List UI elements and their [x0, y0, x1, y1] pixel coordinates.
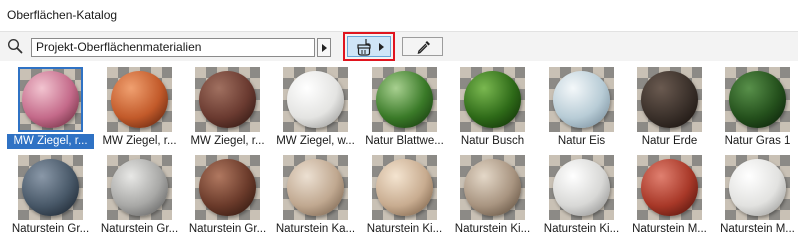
material-grid: MW Ziegel, r... MW Ziegel, r... MW Ziegel,…: [0, 66, 798, 241]
material-preview-sphere: [464, 71, 521, 128]
material-thumbnail: [460, 155, 525, 220]
material-tile[interactable]: Naturstein Ki...: [449, 154, 536, 238]
material-preview-sphere: [553, 71, 610, 128]
eyedropper-button[interactable]: [402, 37, 443, 56]
material-preview-sphere: [641, 159, 698, 216]
window-title: Oberflächen-Katalog: [7, 8, 118, 22]
material-thumbnail: [18, 155, 83, 220]
material-tile[interactable]: Naturstein Gr...: [184, 154, 271, 238]
material-tile[interactable]: MW Ziegel, r...: [7, 66, 94, 150]
material-thumbnail: [372, 67, 437, 132]
material-thumbnail: [637, 155, 702, 220]
material-thumbnail: [637, 67, 702, 132]
material-label: Naturstein Ki...: [366, 223, 443, 235]
material-thumbnail: [18, 67, 83, 132]
material-thumbnail: [283, 155, 348, 220]
search-icon[interactable]: [7, 38, 23, 54]
material-tile[interactable]: Naturstein M...: [714, 154, 798, 238]
material-tile[interactable]: Naturstein Ki...: [538, 154, 625, 238]
material-label: Naturstein Ka...: [275, 223, 356, 235]
material-label: Naturstein Gr...: [188, 223, 267, 235]
material-thumbnail: [283, 67, 348, 132]
material-label: Natur Blattwe...: [365, 135, 444, 147]
material-thumbnail: [195, 155, 260, 220]
material-thumbnail: [725, 67, 790, 132]
material-tile[interactable]: Naturstein Ki...: [361, 154, 448, 238]
material-label: MW Ziegel, r...: [7, 134, 94, 149]
material-label: Natur Eis: [557, 135, 606, 147]
material-tile[interactable]: Naturstein Gr...: [7, 154, 94, 238]
material-preview-sphere: [22, 71, 79, 128]
material-label: MW Ziegel, r...: [190, 135, 265, 147]
material-tile[interactable]: MW Ziegel, r...: [184, 66, 271, 150]
paint-brush-button[interactable]: [347, 36, 391, 57]
material-label: Naturstein Ki...: [543, 223, 620, 235]
material-tile[interactable]: Naturstein Ka...: [272, 154, 359, 238]
material-thumbnail: [372, 155, 437, 220]
chevron-right-icon: [379, 43, 384, 51]
material-preview-sphere: [641, 71, 698, 128]
material-tile[interactable]: Natur Busch: [449, 66, 536, 150]
material-preview-sphere: [199, 71, 256, 128]
material-label: Naturstein M...: [720, 223, 795, 235]
material-label: Natur Gras 1: [724, 135, 791, 147]
material-tile[interactable]: Natur Eis: [538, 66, 625, 150]
material-preview-sphere: [199, 159, 256, 216]
material-label: Natur Erde: [641, 135, 698, 147]
material-thumbnail: [549, 155, 614, 220]
caret-right-icon[interactable]: [317, 38, 331, 57]
material-label: Naturstein Gr...: [100, 223, 179, 235]
material-label: Natur Busch: [460, 135, 525, 147]
material-preview-sphere: [553, 159, 610, 216]
eyedropper-icon: [417, 41, 430, 54]
material-preview-sphere: [111, 159, 168, 216]
material-thumbnail: [195, 67, 260, 132]
material-preview-sphere: [464, 159, 521, 216]
material-preview-sphere: [111, 71, 168, 128]
material-preview-sphere: [22, 159, 79, 216]
material-thumbnail: [460, 67, 525, 132]
material-label: Naturstein Gr...: [11, 223, 90, 235]
material-preview-sphere: [376, 71, 433, 128]
material-preview-sphere: [729, 71, 786, 128]
material-tile[interactable]: Naturstein M...: [626, 154, 713, 238]
paint-brush-icon: [357, 39, 371, 56]
material-label: MW Ziegel, w...: [276, 135, 355, 147]
material-preview-sphere: [729, 159, 786, 216]
material-tile[interactable]: Natur Erde: [626, 66, 713, 150]
material-source-dropdown[interactable]: Projekt-Oberflächenmaterialien: [31, 38, 315, 57]
material-label: Naturstein Ki...: [454, 223, 531, 235]
material-preview-sphere: [376, 159, 433, 216]
material-tile[interactable]: MW Ziegel, r...: [96, 66, 183, 150]
material-tile[interactable]: Naturstein Gr...: [96, 154, 183, 238]
material-preview-sphere: [287, 159, 344, 216]
material-thumbnail: [107, 67, 172, 132]
material-preview-sphere: [287, 71, 344, 128]
material-thumbnail: [725, 155, 790, 220]
material-tile[interactable]: MW Ziegel, w...: [272, 66, 359, 150]
material-tile[interactable]: Natur Gras 1: [714, 66, 798, 150]
material-thumbnail: [549, 67, 614, 132]
material-label: MW Ziegel, r...: [102, 135, 177, 147]
material-label: Naturstein M...: [632, 223, 707, 235]
material-thumbnail: [107, 155, 172, 220]
material-tile[interactable]: Natur Blattwe...: [361, 66, 448, 150]
